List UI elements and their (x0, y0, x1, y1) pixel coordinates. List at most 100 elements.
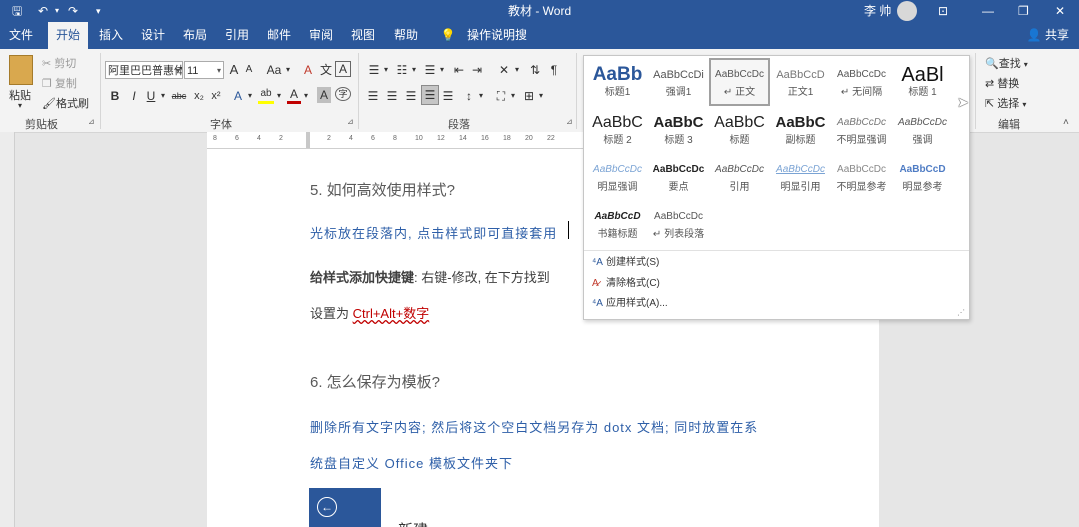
style-heading3[interactable]: AaBbC 标题 3 (648, 108, 709, 154)
character-shading-button[interactable]: A (317, 87, 331, 103)
change-case-dropdown-icon[interactable]: ▾ (284, 61, 292, 79)
style-heading1[interactable]: AaBb 标题1 (587, 60, 648, 106)
justify-button[interactable]: ☰ (421, 85, 439, 105)
font-color-dropdown-icon[interactable]: ▾ (302, 87, 310, 105)
style-book-title[interactable]: AaBbCcD 书籍标题 (587, 202, 648, 248)
align-left-button[interactable]: ☰ (366, 87, 380, 105)
avatar[interactable] (897, 1, 917, 21)
align-center-button[interactable]: ☰ (385, 87, 399, 105)
ribbon-display-options-icon[interactable]: ⊡ (938, 0, 948, 22)
paragraph-dialog-launcher-icon[interactable]: ⊿ (566, 117, 573, 126)
paste-icon[interactable] (9, 55, 33, 85)
style-subtitle[interactable]: AaBbC 副标题 (770, 108, 831, 154)
numbering-dropdown-icon[interactable]: ▾ (410, 61, 418, 79)
user-name[interactable]: 李 帅 (864, 0, 891, 22)
replace-button[interactable]: ⇄ 替换 (985, 75, 1019, 91)
tab-layout[interactable]: 布局 (176, 22, 214, 49)
collapse-ribbon-icon[interactable]: ˄ (1063, 117, 1069, 128)
clear-formatting-command[interactable]: A̷ 清除格式(C) (592, 274, 660, 289)
text-effects-button[interactable]: A (231, 87, 245, 105)
style-subtle-emphasis[interactable]: AaBbCcDc 不明显强调 (831, 108, 892, 154)
strikethrough-button[interactable]: abc (170, 87, 188, 105)
font-name-combo[interactable]: 阿里巴巴普惠体 ▾ (105, 61, 183, 79)
borders-dropdown-icon[interactable]: ▾ (537, 87, 545, 105)
create-style-command[interactable]: ⁴A 创建样式(S) (592, 253, 659, 268)
show-marks-button[interactable]: ¶ (548, 61, 560, 79)
resize-grip-icon[interactable]: ⋰ (957, 308, 965, 317)
cut-button[interactable]: ✂ 剪切 (42, 55, 76, 71)
highlight-dropdown-icon[interactable]: ▾ (275, 87, 283, 105)
underline-dropdown-icon[interactable]: ▾ (159, 87, 167, 105)
style-intense-emphasis[interactable]: AaBbCcDc 明显强调 (587, 155, 648, 201)
enclose-characters-button[interactable]: 字 (335, 87, 351, 101)
text-effects-dropdown-icon[interactable]: ▾ (246, 87, 254, 105)
subscript-button[interactable]: x₂ (191, 87, 207, 105)
distribute-button[interactable]: ☰ (441, 87, 455, 105)
multilevel-list-dropdown-icon[interactable]: ▾ (438, 61, 446, 79)
apply-styles-command[interactable]: ⁴A 应用样式(A)... (592, 294, 668, 309)
tab-help[interactable]: 帮助 (387, 22, 425, 49)
minimize-button[interactable]: — (982, 0, 994, 22)
font-size-combo[interactable]: 11 ▾ (184, 61, 224, 79)
style-heading2[interactable]: AaBbC 标题 2 (587, 108, 648, 154)
line-spacing-dropdown-icon[interactable]: ▾ (477, 87, 485, 105)
phonetic-guide-button[interactable]: 文 (318, 61, 334, 79)
customize-quick-access-icon[interactable]: ▾ (96, 0, 101, 22)
superscript-button[interactable]: x² (208, 87, 224, 105)
grow-font-button[interactable]: A (227, 61, 241, 79)
shading-button[interactable]: ⛶ (494, 87, 508, 105)
character-border-button[interactable]: A (335, 61, 351, 77)
maximize-button[interactable]: ❐ (1018, 0, 1029, 22)
tab-file[interactable]: 文件 (0, 22, 42, 49)
tab-view[interactable]: 视图 (344, 22, 382, 49)
style-intense-quote[interactable]: AaBbCcDc 明显引用 (770, 155, 831, 201)
font-color-button[interactable]: A (287, 87, 301, 104)
underline-button[interactable]: U (144, 87, 158, 105)
style-body1[interactable]: AaBbCcD 正文1 (770, 60, 831, 106)
tab-home[interactable]: 开始 (48, 22, 88, 49)
multilevel-list-button[interactable]: ☰ (422, 61, 438, 79)
close-button[interactable]: ✕ (1055, 0, 1065, 22)
style-title[interactable]: AaBbC 标题 (709, 108, 770, 154)
style-no-spacing[interactable]: AaBbCcDc ↵ 无间隔 (831, 60, 892, 106)
tab-references[interactable]: 引用 (218, 22, 256, 49)
tab-review[interactable]: 审阅 (302, 22, 340, 49)
style-list-paragraph[interactable]: AaBbCcDc ↵ 列表段落 (648, 202, 709, 248)
style-strong[interactable]: AaBbCcDc 要点 (648, 155, 709, 201)
clear-formatting-button[interactable]: A (300, 61, 316, 79)
bold-button[interactable]: B (108, 87, 122, 105)
shrink-font-button[interactable]: A (243, 61, 255, 79)
highlight-button[interactable]: ab (258, 87, 274, 104)
font-dialog-launcher-icon[interactable]: ⊿ (347, 117, 354, 126)
select-button[interactable]: ⇱ 选择 ▾ (985, 95, 1026, 111)
find-button[interactable]: 🔍查找 ▾ (985, 55, 1028, 71)
style-emphasis1[interactable]: AaBbCcDi 强调1 (648, 60, 709, 106)
undo-dropdown-icon[interactable]: ▾ (55, 0, 59, 22)
tab-mailings[interactable]: 邮件 (260, 22, 298, 49)
bullets-dropdown-icon[interactable]: ▾ (382, 61, 390, 79)
style-emphasis[interactable]: AaBbCcDc 强调 (892, 108, 953, 154)
style-quote[interactable]: AaBbCcDc 引用 (709, 155, 770, 201)
line-spacing-button[interactable]: ↕ (462, 87, 476, 105)
italic-button[interactable]: I (127, 87, 141, 105)
shading-dropdown-icon[interactable]: ▾ (509, 87, 517, 105)
style-heading-1[interactable]: AaBl 标题 1 (892, 60, 953, 106)
style-subtle-reference[interactable]: AaBbCcDc 不明显参考 (831, 155, 892, 201)
change-case-button[interactable]: Aa (265, 61, 283, 79)
sort-button[interactable]: ⇅ (528, 61, 542, 79)
clipboard-dialog-launcher-icon[interactable]: ⊿ (88, 117, 95, 126)
copy-button[interactable]: ❐ 复制 (42, 75, 77, 91)
tell-me-search[interactable]: 操作说明搜索 (462, 22, 532, 69)
style-normal[interactable]: AaBbCcDc ↵ 正文 (709, 58, 770, 106)
paste-dropdown-icon[interactable]: ▾ (18, 101, 22, 110)
style-intense-reference[interactable]: AaBbCcD 明显参考 (892, 155, 953, 201)
tab-insert[interactable]: 插入 (92, 22, 130, 49)
chinese-layout-dropdown-icon[interactable]: ▾ (513, 61, 521, 79)
decrease-indent-button[interactable]: ⇤ (452, 61, 466, 79)
borders-button[interactable]: ⊞ (522, 87, 536, 105)
numbering-button[interactable]: ☷ (394, 61, 410, 79)
bullets-button[interactable]: ☰ (366, 61, 382, 79)
chinese-layout-button[interactable]: ✕ (495, 61, 513, 79)
align-right-button[interactable]: ☰ (404, 87, 418, 105)
undo-icon[interactable]: ↶ (38, 0, 48, 22)
